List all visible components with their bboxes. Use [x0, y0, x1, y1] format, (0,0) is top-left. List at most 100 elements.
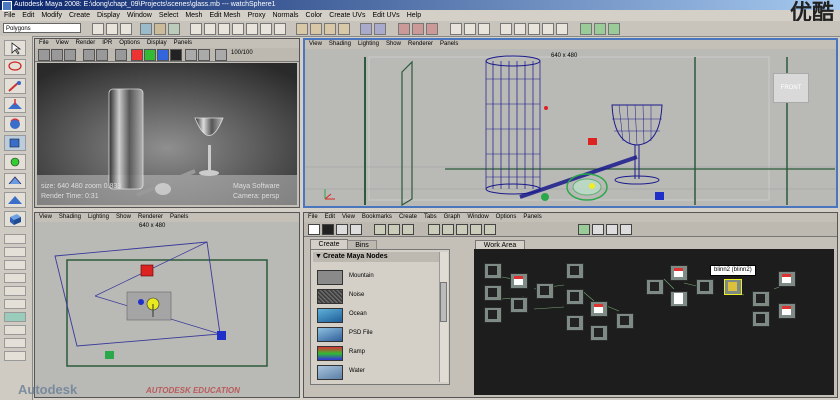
input-connections-icon[interactable]: [456, 224, 468, 235]
construction-icon[interactable]: [374, 23, 386, 35]
create-bar-scrollbar[interactable]: [439, 252, 448, 382]
channel-g-icon[interactable]: [144, 49, 156, 61]
show-both-tabs-icon[interactable]: [350, 224, 362, 235]
shader-node[interactable]: [616, 313, 634, 329]
selected-shader-node[interactable]: [724, 279, 742, 295]
rv-menu-file[interactable]: File: [39, 40, 49, 46]
node-noise-label[interactable]: Noise: [349, 292, 364, 298]
layout-icon[interactable]: [528, 23, 540, 35]
swatch-medium-icon[interactable]: [592, 224, 604, 235]
persp-menu-show[interactable]: Show: [386, 41, 401, 47]
shader-node[interactable]: [778, 303, 796, 319]
menu-create[interactable]: Create: [69, 12, 90, 19]
layout-render-icon[interactable]: [4, 325, 26, 335]
hs-menu-window[interactable]: Window: [467, 214, 488, 220]
new-scene-icon[interactable]: [92, 23, 104, 35]
layout-two-stacked-icon[interactable]: [4, 273, 26, 283]
last-tool-icon[interactable]: [4, 192, 26, 208]
manipulator-tool-icon[interactable]: [4, 154, 26, 170]
layout-icon[interactable]: [542, 23, 554, 35]
top-menu-view[interactable]: View: [39, 214, 52, 220]
node-water-label[interactable]: Water: [349, 368, 365, 374]
cube-tool-icon[interactable]: [4, 211, 26, 227]
rv-menu-options[interactable]: Options: [119, 40, 140, 46]
show-bottom-tabs-icon[interactable]: [336, 224, 348, 235]
rv-menu-render[interactable]: Render: [76, 40, 96, 46]
mask-misc-icon[interactable]: [274, 23, 286, 35]
rotate-tool-icon[interactable]: [4, 116, 26, 132]
scrollbar-thumb[interactable]: [440, 282, 447, 322]
toggle-panel-icon[interactable]: [450, 23, 462, 35]
shader-node[interactable]: [510, 297, 528, 313]
rv-menu-display[interactable]: Display: [147, 40, 167, 46]
channel-box-icon[interactable]: [580, 23, 592, 35]
shader-node[interactable]: [752, 311, 770, 327]
paint-select-tool-icon[interactable]: [4, 78, 26, 94]
mask-dynamics-icon[interactable]: [246, 23, 258, 35]
attribute-editor-icon[interactable]: [594, 23, 606, 35]
shader-node[interactable]: [510, 273, 528, 289]
toggle-panel-icon[interactable]: [464, 23, 476, 35]
channel-b-icon[interactable]: [157, 49, 169, 61]
select-tool-icon[interactable]: [4, 40, 26, 56]
shader-node[interactable]: [670, 265, 688, 281]
shader-node[interactable]: [566, 263, 584, 279]
remove-image-icon[interactable]: [198, 49, 210, 61]
hypershade-work-area[interactable]: blinn2 (blinn2): [474, 249, 834, 395]
hs-menu-tabs[interactable]: Tabs: [424, 214, 437, 220]
move-tool-icon[interactable]: [4, 97, 26, 113]
persp-menu-view[interactable]: View: [309, 41, 322, 47]
mask-surfaces-icon[interactable]: [218, 23, 230, 35]
persp-viewport-area[interactable]: 640 x 480 FRONT: [305, 49, 836, 206]
menu-window[interactable]: Window: [127, 12, 152, 19]
create-maya-nodes-header[interactable]: ▼ Create Maya Nodes: [313, 252, 439, 262]
node-mountain-swatch[interactable]: [317, 270, 343, 285]
menu-edit-uvs[interactable]: Edit UVs: [372, 12, 399, 19]
menu-proxy[interactable]: Proxy: [248, 12, 266, 19]
select-component-icon[interactable]: [168, 23, 180, 35]
arrow-left-icon[interactable]: [374, 224, 386, 235]
render-frame-icon[interactable]: [398, 23, 410, 35]
view-cube-front[interactable]: FRONT: [773, 73, 809, 103]
rearrange-graph-icon[interactable]: [442, 224, 454, 235]
ipr-icon[interactable]: [83, 49, 95, 61]
shader-node[interactable]: [778, 271, 796, 287]
output-connections-icon[interactable]: [484, 224, 496, 235]
snapshot-icon[interactable]: [64, 49, 76, 61]
menu-create-uvs[interactable]: Create UVs: [329, 12, 365, 19]
layout-two-icon[interactable]: [4, 260, 26, 270]
layout-icon[interactable]: [514, 23, 526, 35]
show-top-tabs-icon[interactable]: [322, 224, 334, 235]
menu-modify[interactable]: Modify: [41, 12, 62, 19]
swatch-small-icon[interactable]: [578, 224, 590, 235]
perspective-viewport-panel[interactable]: View Shading Lighting Show Renderer Panels: [303, 38, 838, 208]
hs-menu-graph[interactable]: Graph: [444, 214, 461, 220]
node-psd-file-swatch[interactable]: [317, 327, 343, 342]
redo-render-icon[interactable]: [38, 49, 50, 61]
menu-display[interactable]: Display: [97, 12, 120, 19]
node-ramp-label[interactable]: Ramp: [349, 349, 365, 355]
top-menu-shading[interactable]: Shading: [59, 214, 81, 220]
soft-mod-tool-icon[interactable]: [4, 173, 26, 189]
rv-menu-ipr[interactable]: IPR: [102, 40, 112, 46]
layout-outliner-icon[interactable]: [4, 286, 26, 296]
hs-menu-file[interactable]: File: [308, 214, 318, 220]
render-settings-icon[interactable]: [426, 23, 438, 35]
top-menu-panels[interactable]: Panels: [170, 214, 188, 220]
mask-render-icon[interactable]: [260, 23, 272, 35]
mask-icon[interactable]: [190, 23, 202, 35]
layout-icon[interactable]: [500, 23, 512, 35]
ipr-render-icon[interactable]: [412, 23, 424, 35]
top-view-panel[interactable]: View Shading Lighting Show Renderer Panels 64…: [34, 212, 300, 398]
shader-node[interactable]: [566, 315, 584, 331]
keep-image-icon[interactable]: [185, 49, 197, 61]
channel-r-icon[interactable]: [131, 49, 143, 61]
hs-menu-bookmarks[interactable]: Bookmarks: [362, 214, 392, 220]
menu-edit-mesh[interactable]: Edit Mesh: [209, 12, 240, 19]
channel-a-icon[interactable]: [170, 49, 182, 61]
shader-node[interactable]: [752, 291, 770, 307]
swatch-list-icon[interactable]: [620, 224, 632, 235]
shader-node[interactable]: [646, 279, 664, 295]
layout-single-icon[interactable]: [4, 234, 26, 244]
lasso-tool-icon[interactable]: [4, 59, 26, 75]
